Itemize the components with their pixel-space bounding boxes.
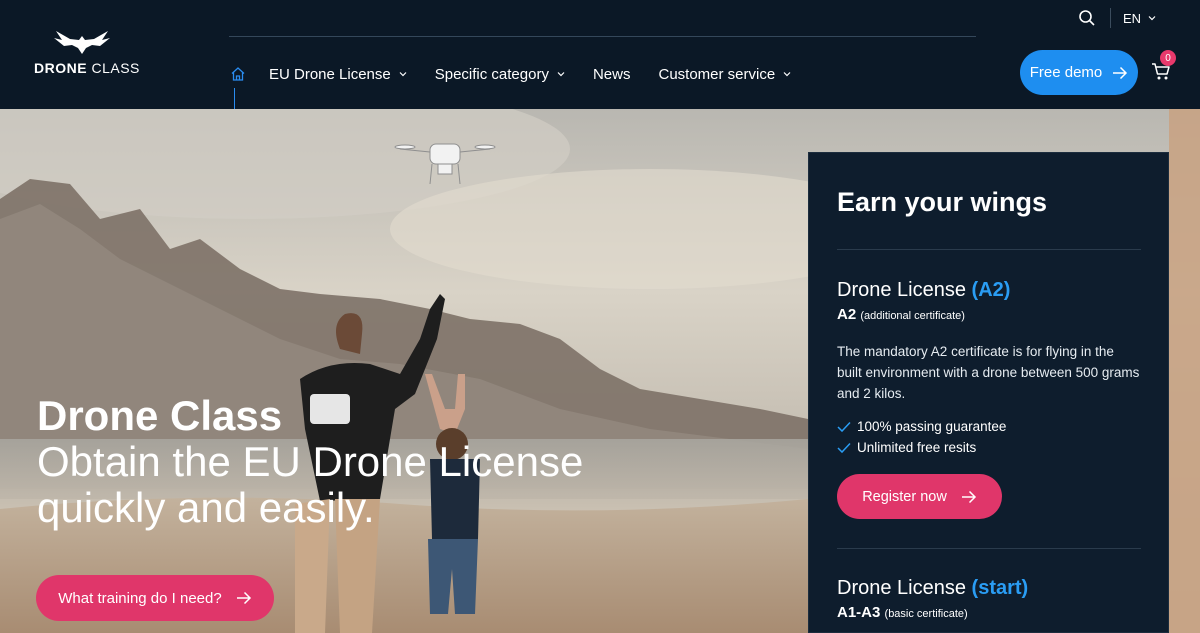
language-label: EN [1123, 10, 1142, 26]
license-start-title: Drone License (start) [837, 577, 1028, 600]
nav-item-customer-service[interactable]: Customer service [658, 66, 791, 83]
license-name: Drone License [837, 577, 966, 599]
chevron-down-icon [557, 72, 565, 77]
register-now-label: Register now [862, 488, 947, 505]
panel-title: Earn your wings [837, 187, 1048, 217]
check-icon [837, 421, 851, 432]
license-level: A1-A3 [837, 604, 881, 621]
training-finder-button[interactable]: What training do I need? [36, 575, 274, 621]
nav-item-label: News [592, 65, 631, 83]
chevron-down-icon [1148, 16, 1156, 21]
nav-item-news[interactable]: News [593, 66, 631, 83]
arrow-right-icon [961, 490, 976, 503]
logo-text-bold: DRONE [34, 60, 88, 76]
feature-label: Unlimited free resits [857, 440, 977, 455]
divider [837, 548, 1141, 549]
nav-divider [229, 36, 976, 37]
license-level-note: (basic certificate) [884, 608, 968, 620]
logo-text: DRONE CLASS [34, 60, 139, 76]
chevron-down-icon [399, 72, 407, 77]
feature-item: 100% passing guarantee [837, 419, 1006, 434]
nav-item-label: Customer service [658, 65, 776, 83]
chevron-down-icon [783, 72, 791, 77]
free-demo-label: Free demo [1029, 64, 1103, 81]
license-name: Drone License [837, 279, 966, 301]
check-icon [837, 442, 851, 453]
free-demo-button[interactable]: Free demo [1020, 50, 1138, 95]
license-a2-level: A2 (additional certificate) [837, 306, 965, 323]
home-icon [231, 67, 245, 81]
nav-item-label: Specific category [434, 65, 549, 83]
divider [837, 249, 1141, 250]
nav-item-label: EU Drone License [269, 65, 391, 83]
license-a2-description: The mandatory A2 certificate is for flyi… [837, 344, 1140, 401]
license-code: (A2) [971, 279, 1011, 301]
hero-title: Drone Class [37, 392, 283, 439]
active-nav-indicator [234, 88, 235, 109]
divider [1110, 8, 1111, 28]
arrow-right-icon [1113, 66, 1128, 79]
main-nav: EU Drone License Specific category News … [229, 60, 819, 88]
site-header: DRONE CLASS EU Drone License Specific ca… [0, 0, 1200, 109]
utility-bar: EN [1078, 8, 1156, 28]
license-a2-title: Drone License (A2) [837, 279, 1010, 302]
feature-item: Unlimited free resits [837, 440, 976, 455]
training-finder-label: What training do I need? [58, 589, 222, 607]
feature-label: 100% passing guarantee [857, 419, 1007, 434]
nav-item-eu-drone-license[interactable]: EU Drone License [269, 66, 407, 83]
nav-home[interactable] [229, 65, 247, 83]
license-level-note: (additional certificate) [860, 310, 965, 322]
register-now-button[interactable]: Register now [837, 474, 1002, 519]
search-icon[interactable] [1078, 9, 1096, 27]
eagle-logo-icon [54, 31, 110, 54]
cart-count-badge: 0 [1160, 50, 1176, 66]
license-code: (start) [971, 577, 1029, 599]
arrow-right-icon [236, 591, 251, 605]
logo[interactable]: DRONE CLASS [34, 30, 139, 80]
hero-subtitle: Obtain the EU Drone License quickly and … [37, 438, 584, 531]
license-panel: Earn your wings Drone License (A2) A2 (a… [808, 152, 1169, 633]
nav-item-specific-category[interactable]: Specific category [435, 66, 565, 83]
license-start-level: A1-A3 (basic certificate) [837, 604, 968, 621]
language-selector[interactable]: EN [1123, 11, 1156, 26]
license-level: A2 [837, 306, 857, 323]
logo-text-light: CLASS [91, 60, 140, 76]
